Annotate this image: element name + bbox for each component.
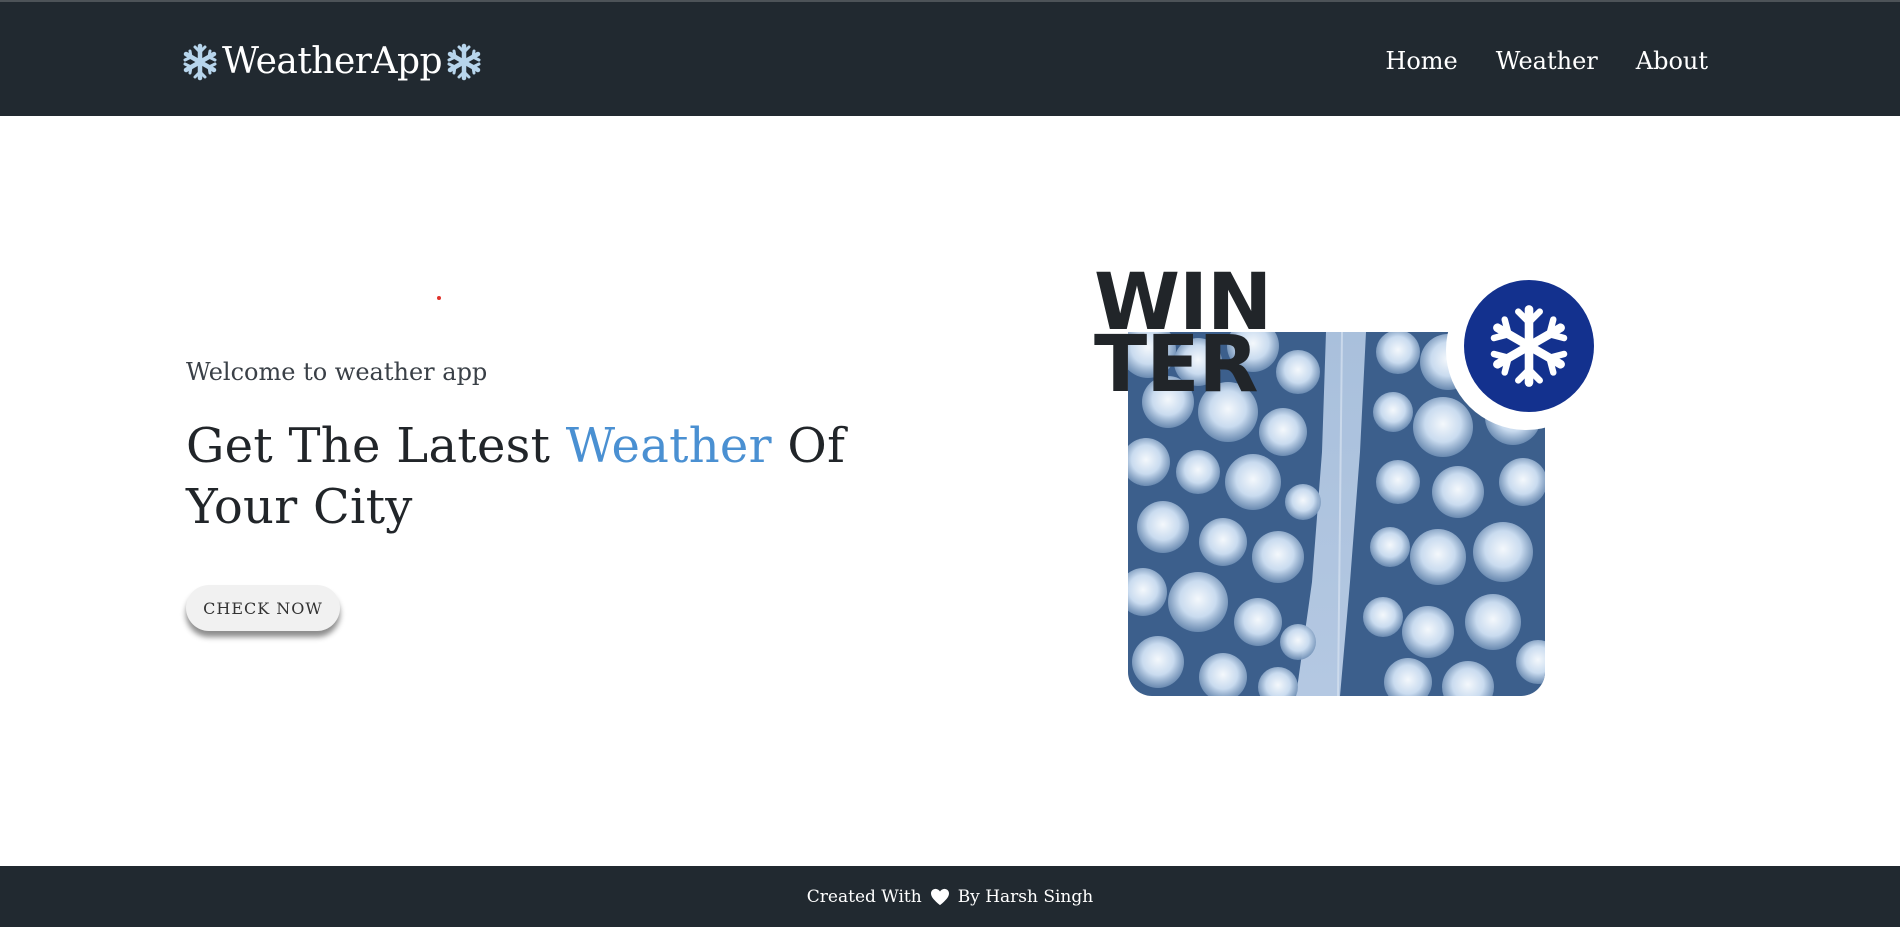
footer: Created With By Harsh Singh [0, 866, 1900, 927]
welcome-text: Welcome to weather app [186, 358, 488, 386]
footer-created-with: Created With [806, 886, 922, 907]
snowflake-icon [1490, 305, 1568, 387]
nav-link-about[interactable]: About [1636, 44, 1708, 78]
nav-link-home[interactable]: Home [1385, 44, 1457, 78]
snowflake-icon [447, 43, 481, 81]
check-now-button[interactable]: CHECK NOW [186, 585, 340, 631]
footer-author: By Harsh Singh [957, 886, 1094, 907]
winter-title: WIN TER [1094, 264, 1272, 410]
nav-link-weather[interactable]: Weather [1496, 44, 1598, 78]
hero-headline: Get The Latest Weather Of Your City [186, 416, 906, 538]
nav-links: Home Weather About [1385, 44, 1708, 78]
brand-name: WeatherApp [222, 41, 443, 82]
headline-accent: Weather [565, 418, 772, 474]
cursor-dot [437, 296, 441, 300]
brand-logo[interactable]: WeatherApp [180, 40, 484, 84]
snowflake-badge [1464, 280, 1594, 412]
heart-icon [930, 888, 949, 905]
headline-part-1: Get The Latest [186, 418, 566, 474]
snowflake-icon [183, 43, 217, 81]
winter-title-line-2: TER [1094, 320, 1259, 410]
navbar: WeatherApp Home Weather About [0, 0, 1900, 116]
